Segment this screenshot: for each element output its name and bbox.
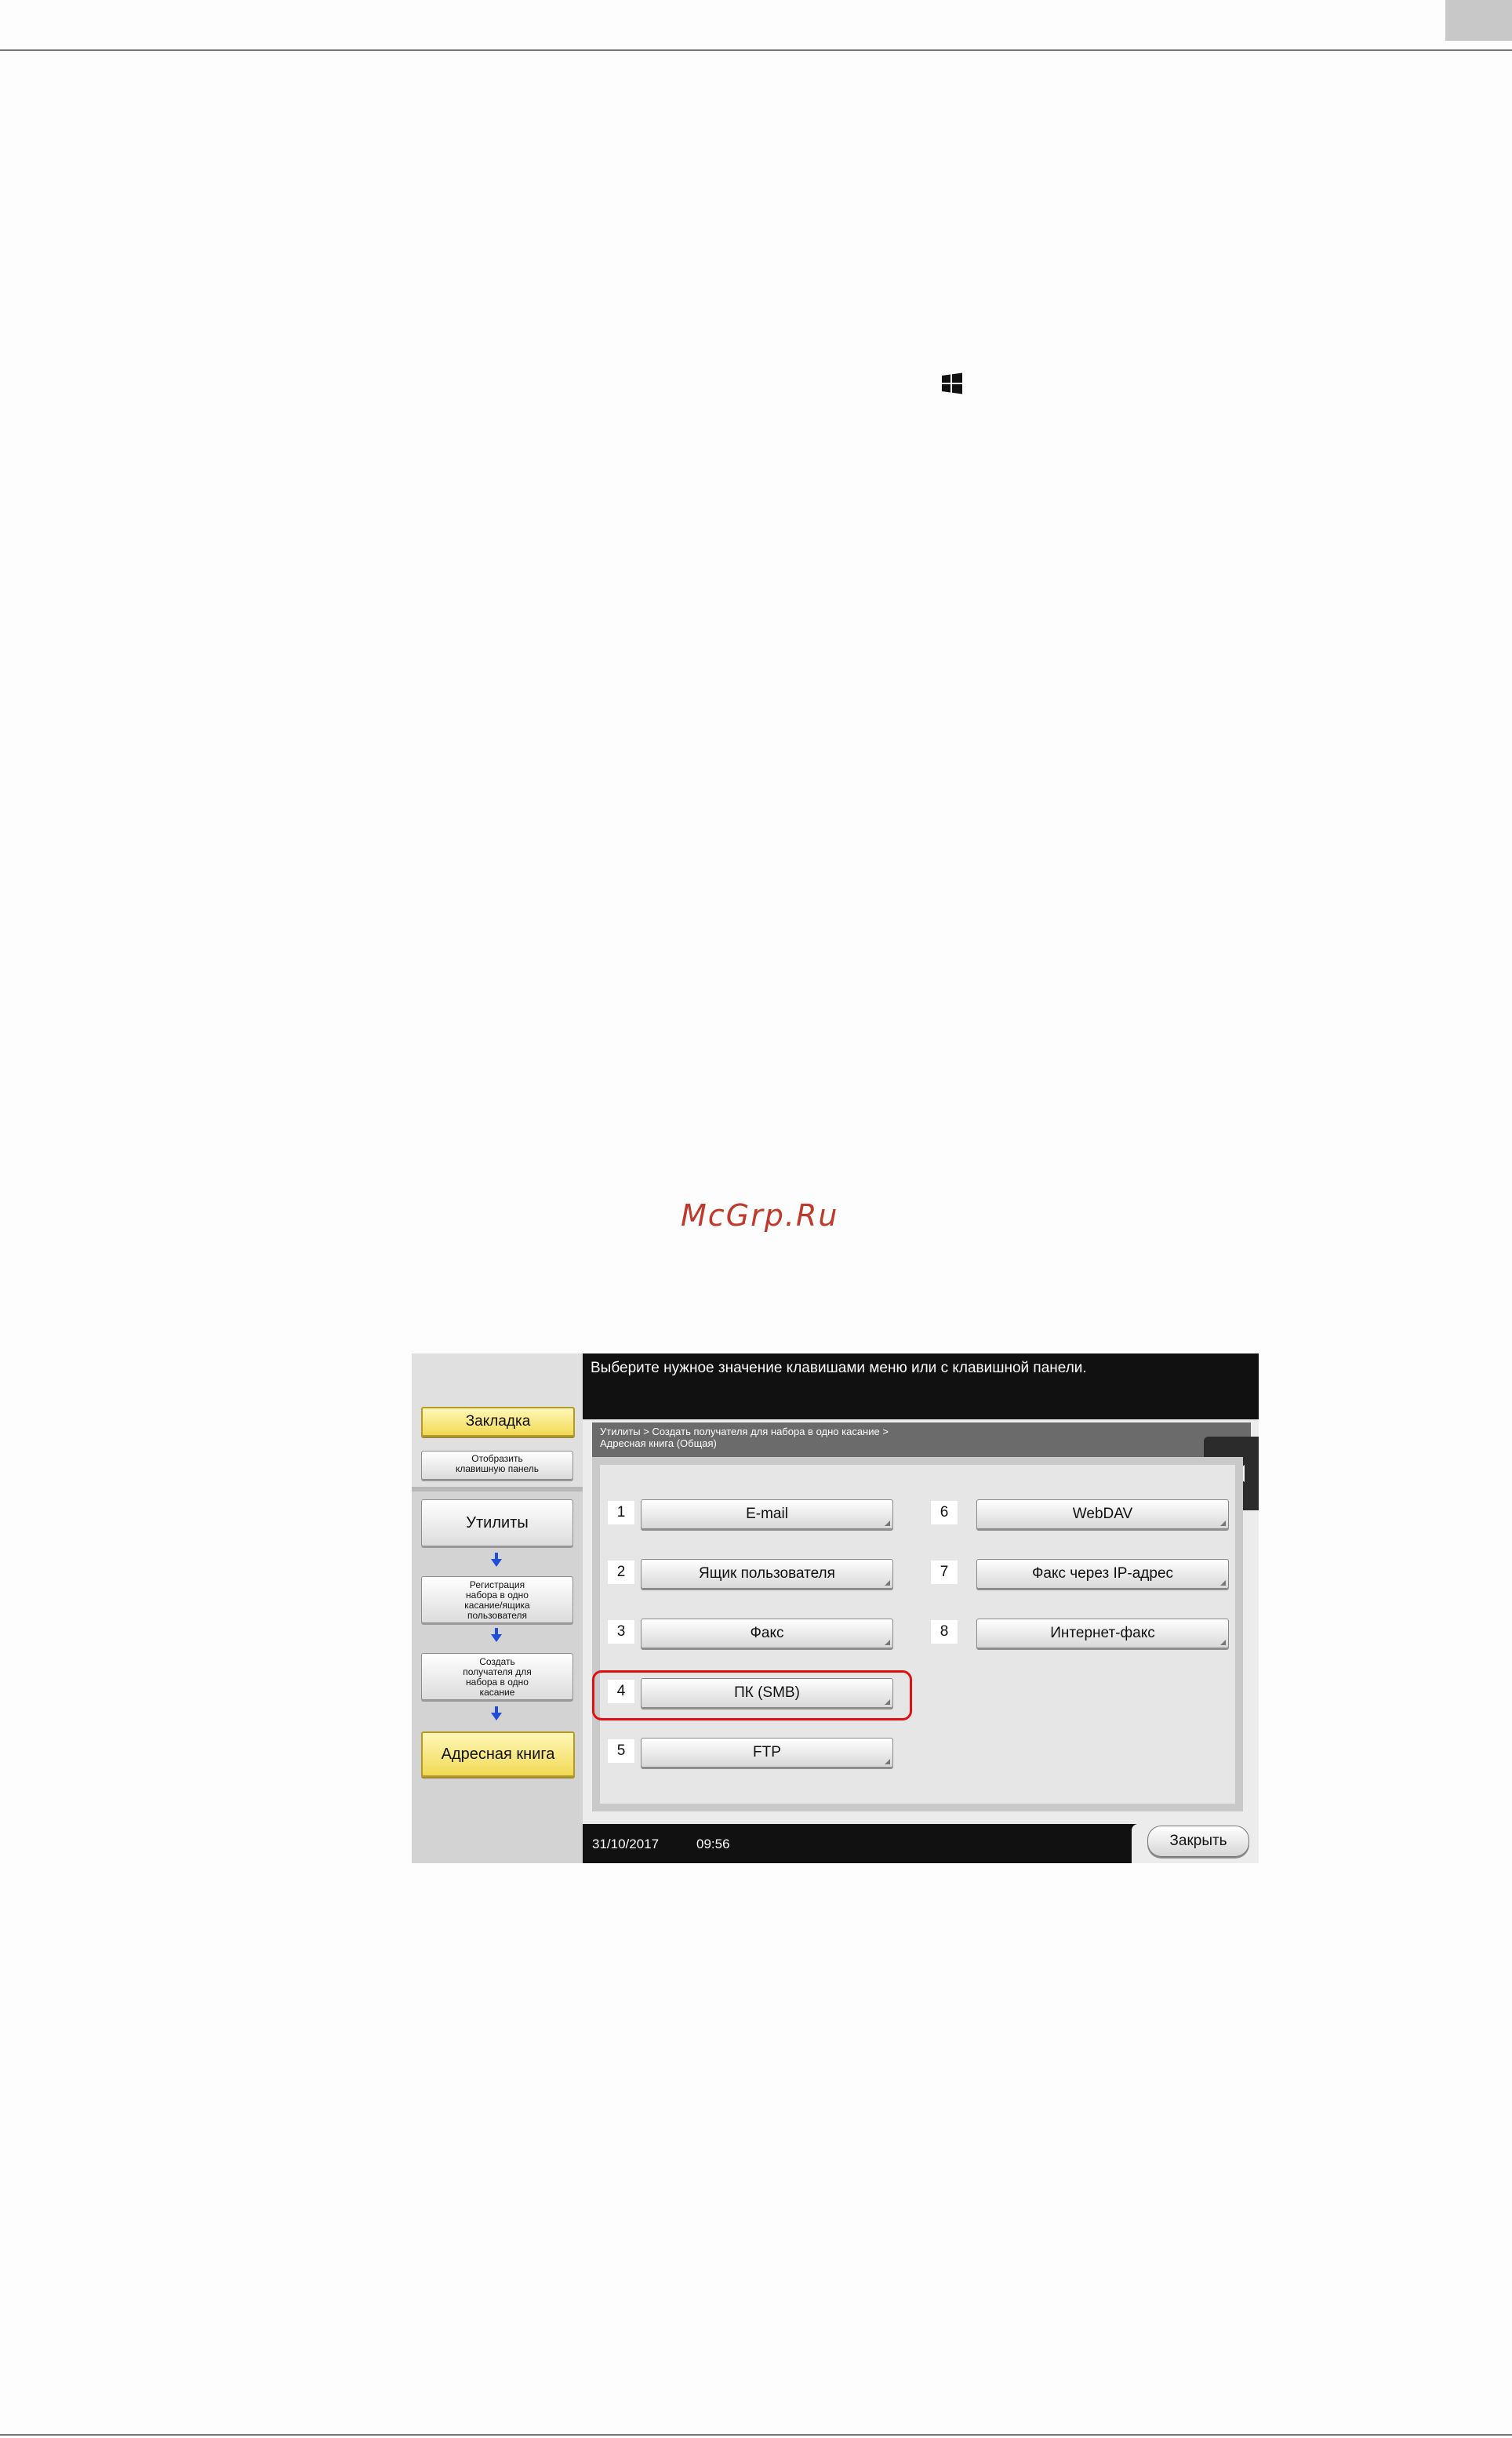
item-number: 6 (931, 1501, 958, 1524)
close-button[interactable]: Закрыть (1147, 1826, 1249, 1857)
arrow-down-icon (491, 1628, 502, 1642)
create-destination-button[interactable]: Создать получателя для набора в одно кас… (421, 1653, 573, 1700)
internet-fax-button[interactable]: Интернет-факс (976, 1619, 1229, 1648)
windows-icon (942, 372, 962, 394)
utilities-button[interactable]: Утилиты (421, 1499, 573, 1546)
user-box-button[interactable]: Ящик пользователя (641, 1559, 893, 1589)
left-sidebar: Закладка Отобразить клавишную панель Ути… (412, 1353, 583, 1863)
email-button[interactable]: E-mail (641, 1499, 893, 1529)
status-date: 31/10/2017 (592, 1837, 660, 1851)
item-number: 2 (608, 1561, 634, 1584)
header-rule (0, 49, 1512, 51)
breadcrumb: Утилиты > Создать получателя для набора … (592, 1422, 1251, 1457)
item-number: 3 (608, 1620, 634, 1644)
selection-highlight (592, 1670, 912, 1720)
page-corner-tab (1445, 0, 1512, 41)
one-touch-registration-button[interactable]: Регистрация набора в одно касание/ящика … (421, 1576, 573, 1623)
address-book-button[interactable]: Адресная книга (421, 1731, 575, 1777)
footer-rule (0, 2434, 1512, 2436)
fax-button[interactable]: Факс (641, 1619, 893, 1648)
item-number: 1 (608, 1501, 634, 1524)
status-time: 09:56 (696, 1837, 730, 1851)
item-number: 5 (608, 1739, 634, 1763)
show-keypad-button[interactable]: Отобразить клавишную панель (421, 1451, 573, 1480)
instruction-message: Выберите нужное значение клавишами меню … (583, 1353, 1259, 1419)
webdav-button[interactable]: WebDAV (976, 1499, 1229, 1529)
item-number: 8 (931, 1620, 958, 1644)
device-control-panel: Закладка Отобразить клавишную панель Ути… (412, 1353, 1259, 1863)
item-number: 7 (931, 1561, 958, 1584)
arrow-down-icon (491, 1553, 502, 1567)
arrow-down-icon (491, 1706, 502, 1720)
bookmark-button[interactable]: Закладка (421, 1407, 575, 1437)
ftp-button[interactable]: FTP (641, 1738, 893, 1768)
ip-fax-button[interactable]: Факс через IP-адрес (976, 1559, 1229, 1589)
watermark: McGrp.Ru (681, 1198, 839, 1233)
